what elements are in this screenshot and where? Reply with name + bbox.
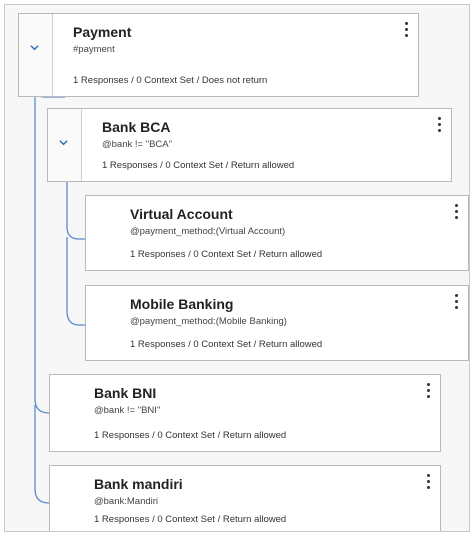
- overflow-menu-icon[interactable]: [450, 202, 462, 224]
- node-condition: @payment_method:(Virtual Account): [130, 226, 286, 237]
- expand-toggle-payment[interactable]: [19, 14, 53, 96]
- node-meta: 1 Responses / 0 Context Set / Return all…: [94, 430, 287, 441]
- node-title: Bank BNI: [94, 385, 157, 401]
- node-meta: 1 Responses / 0 Context Set / Return all…: [102, 160, 295, 171]
- node-payment[interactable]: Payment #payment 1 Responses / 0 Context…: [18, 13, 419, 97]
- node-meta: 1 Responses / 0 Context Set / Does not r…: [73, 75, 268, 86]
- overflow-menu-icon[interactable]: [450, 292, 462, 314]
- node-bank-mandiri[interactable]: Bank mandiri @bank:Mandiri 1 Responses /…: [49, 465, 441, 531]
- node-title: Virtual Account: [130, 206, 233, 222]
- overflow-menu-icon[interactable]: [422, 381, 434, 403]
- node-meta: 1 Responses / 0 Context Set / Return all…: [130, 249, 323, 260]
- node-condition: @bank != "BNI": [94, 405, 161, 416]
- node-condition: @bank:Mandiri: [94, 496, 159, 507]
- overflow-menu-icon[interactable]: [433, 115, 445, 137]
- overflow-menu-icon[interactable]: [400, 20, 412, 42]
- expand-toggle-bank-bca[interactable]: [48, 109, 82, 181]
- dialog-tree: Payment #payment 1 Responses / 0 Context…: [4, 4, 470, 532]
- node-title: Mobile Banking: [130, 296, 234, 312]
- overflow-menu-icon[interactable]: [422, 472, 434, 494]
- node-bank-bca[interactable]: Bank BCA @bank != "BCA" 1 Responses / 0 …: [47, 108, 452, 182]
- node-condition: @payment_method:(Mobile Banking): [130, 316, 287, 327]
- node-bank-bni[interactable]: Bank BNI @bank != "BNI" 1 Responses / 0 …: [49, 374, 441, 452]
- node-virtual-account[interactable]: Virtual Account @payment_method:(Virtual…: [85, 195, 469, 271]
- node-mobile-banking[interactable]: Mobile Banking @payment_method:(Mobile B…: [85, 285, 469, 361]
- node-title: Bank mandiri: [94, 476, 183, 492]
- node-title: Bank BCA: [102, 119, 171, 135]
- node-condition: @bank != "BCA": [102, 139, 172, 150]
- node-title: Payment: [73, 24, 132, 40]
- chevron-down-icon: [59, 140, 68, 146]
- chevron-down-icon: [30, 45, 39, 51]
- node-condition: #payment: [73, 44, 115, 55]
- node-meta: 1 Responses / 0 Context Set / Return all…: [94, 514, 287, 525]
- connector-bca-mobile: [66, 237, 85, 326]
- node-meta: 1 Responses / 0 Context Set / Return all…: [130, 339, 323, 350]
